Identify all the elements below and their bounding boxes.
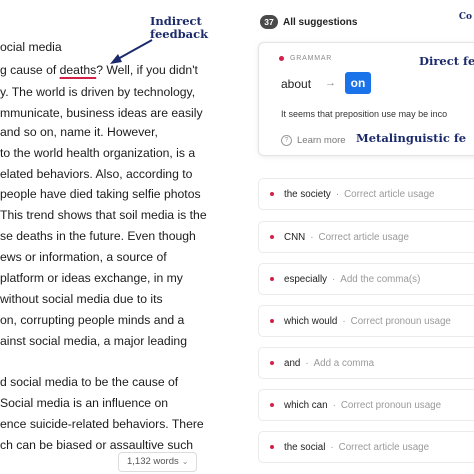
suggestions-header: 37 All suggestions (260, 15, 357, 29)
suggestions-panel: 37 All suggestions Co GRAMMAR about → on… (250, 0, 474, 474)
essay-line: without social media due to its (0, 292, 163, 306)
essay-editor[interactable]: ocial media g cause of deaths? Well, if … (0, 0, 240, 474)
error-dot-icon (270, 319, 274, 323)
suggestion-row[interactable]: which would · Correct pronoun usage (258, 305, 474, 337)
error-dot-icon (270, 277, 274, 281)
suggestion-row[interactable]: and · Add a comma (258, 347, 474, 379)
error-dot-icon (279, 56, 284, 61)
error-dot-icon (270, 235, 274, 239)
essay-line: ence suicide-related behaviors. There (0, 417, 204, 431)
replacement-button[interactable]: on (345, 72, 371, 94)
essay-line: ews or information, a source of (0, 250, 167, 264)
essay-line: and so on, name it. However, (0, 125, 158, 139)
suggestion-row[interactable]: CNN · Correct article usage (258, 221, 474, 253)
essay-line: Social media is an influence on (0, 396, 169, 410)
essay-line: mmunicate, business ideas are easily (0, 106, 203, 120)
suggestion-row[interactable]: especially · Add the comma(s) (258, 263, 474, 295)
arrow-right-icon: → (325, 77, 336, 89)
error-dot-icon (270, 361, 274, 365)
direct-feedback-annotation: Direct fee (419, 54, 474, 68)
suggestion-row[interactable]: the society · Correct article usage (258, 178, 474, 210)
essay-line: ainst social media, a major leading (0, 334, 187, 348)
underlined-error-word[interactable]: deaths (60, 63, 97, 77)
error-dot-icon (270, 403, 274, 407)
essay-line-with-error: g cause of deaths? Well, if you didn't (0, 63, 198, 77)
question-icon: ? (281, 135, 292, 146)
essay-line: on, corrupting people minds and a (0, 313, 185, 327)
essay-line: people have died taking selfie photos (0, 187, 201, 201)
indirect-feedback-annotation: Indirect feedback (150, 14, 209, 41)
essay-line: to the world health organization, is a (0, 146, 196, 160)
cut-off-label: Co (458, 12, 472, 22)
essay-line: y. The world is driven by technology, (0, 85, 196, 99)
essay-line: se deaths in the future. Even though (0, 229, 196, 243)
essay-line: d social media to be the cause of (0, 375, 179, 389)
original-word: about (281, 77, 312, 91)
suggestion-explanation: It seems that preposition use may be inc… (281, 109, 448, 119)
learn-more-link[interactable]: ? Learn more (281, 135, 346, 146)
essay-line: ch can be biased or assaultive such (0, 438, 194, 452)
word-count-button[interactable]: 1,132 words ⌄ (118, 452, 198, 472)
chevron-down-icon: ⌄ (181, 457, 189, 466)
essay-line: ocial media (0, 40, 62, 54)
error-dot-icon (270, 192, 274, 196)
essay-line: platform or ideas exchange, in my (0, 271, 183, 285)
suggestion-row[interactable]: which can · Correct pronoun usage (258, 389, 474, 421)
error-dot-icon (270, 445, 274, 449)
metalinguistic-feedback-annotation: Metalinguistic fe (356, 131, 467, 145)
suggestions-title: All suggestions (283, 16, 358, 28)
essay-line: This trend shows that soil media is the (0, 208, 207, 222)
suggestion-row[interactable]: the social · Correct article usage (258, 431, 474, 463)
suggestion-count-badge: 37 (260, 15, 278, 29)
essay-line: elated behaviors. Also, according to (0, 167, 193, 181)
suggestion-category: GRAMMAR (279, 55, 332, 62)
